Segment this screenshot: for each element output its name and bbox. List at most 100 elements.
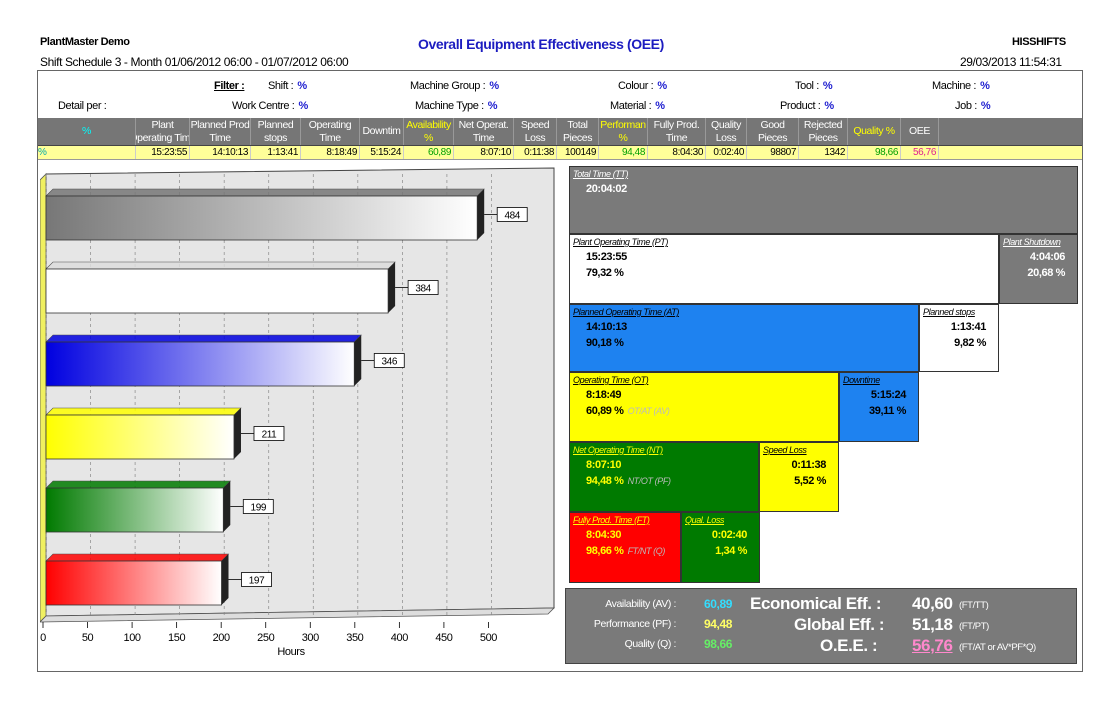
filter-machine-group-value: % (489, 80, 499, 92)
pf-label: Performance (PF) : (593, 618, 676, 630)
block-ft-time: 8:04:30 (586, 529, 622, 541)
block-dt-time: 5:15:24 (870, 389, 907, 401)
block-ot-title: Operating Time (OT) (573, 375, 649, 385)
block-ql-percent-value: 1,34 % (715, 545, 747, 557)
block-ot-percent: 60,89 % OT/AT (AV) (570, 403, 838, 419)
filter-tool[interactable]: Tool :% (795, 80, 833, 92)
block-ps-percent-value: 9,82 % (954, 337, 986, 349)
tick-label: 250 (257, 632, 274, 644)
q-label: Quality (Q) : (624, 638, 677, 650)
table-cell: 8:18:49 (301, 146, 360, 159)
table-cell: 1:13:41 (251, 146, 301, 159)
block-nt-time: 8:07:10 (586, 459, 622, 471)
column-header: Quality % (848, 118, 901, 145)
block-pt-title: Plant Operating Time (PT) (573, 237, 668, 247)
filter-product[interactable]: Product :% (780, 100, 834, 112)
tick-label: 150 (168, 632, 185, 644)
tick-label: 200 (213, 632, 230, 644)
bar-top (45, 261, 396, 270)
block-ql-percent: 1,34 % (682, 543, 759, 559)
block-dt-percent-value: 39,11 % (869, 405, 906, 417)
bar-top (45, 188, 485, 197)
block-sd-time: 4:04:06 (1029, 251, 1066, 263)
filter-machine-type[interactable]: Machine Type :% (415, 100, 498, 112)
block-nt-percent: 94,48 % NT/OT (PF) (570, 473, 758, 489)
oee-formula: (FT/AT or AV*PF*Q) (959, 642, 1036, 653)
table-values-row: % 15:23:55 14:10:13 1:13:41 8:18:49 5:15:24 60… (38, 146, 1082, 160)
filter-product-value: % (824, 100, 834, 112)
filter-machine-group-label: Machine Group : (410, 80, 486, 92)
data-label: 199 (251, 503, 267, 514)
block-at-time: 14:10:13 (586, 321, 627, 333)
block-ft-title: Fully Prod. Time (FT) (573, 515, 650, 525)
filter-machine-label: Machine : (932, 80, 977, 92)
block-ps: Planned stops 1:13:41 9,82 % (919, 304, 999, 372)
filter-product-label: Product : (780, 100, 821, 112)
filter-work-centre-label: Work Centre : (232, 100, 295, 112)
block-sl-time: 0:11:38 (791, 459, 826, 471)
block-sl-percent: 5,52 % (760, 473, 838, 489)
block-sd: Plant Shutdown 4:04:06 20,68 % (999, 234, 1078, 304)
bar-side (477, 189, 485, 240)
block-at-percent: 90,18 % (570, 335, 918, 351)
filter-job[interactable]: Job :% (955, 100, 991, 112)
block-at: Planned Operating Time (AT) 14:10:13 90,18… (569, 304, 919, 372)
tick-label: 0 (40, 632, 46, 644)
table-cell: 14:10:13 (190, 146, 251, 159)
filter-work-centre-value: % (298, 100, 308, 112)
block-sd-percent: 20,68 % (1000, 265, 1077, 281)
column-header: Performan % (599, 118, 648, 145)
data-label: 484 (504, 211, 520, 222)
av-label: Availability (AV) : (605, 598, 676, 610)
column-header: Planned Prod Time (190, 118, 251, 145)
bar-side (354, 335, 362, 386)
data-label: 197 (249, 576, 265, 587)
block-pt: Plant Operating Time (PT) 15:23:55 79,32 % (569, 234, 999, 304)
filter-colour-value: % (657, 80, 667, 92)
filter-job-label: Job : (955, 100, 977, 112)
global-eff-formula: (FT/PT) (959, 621, 989, 632)
column-header: Quality Loss (706, 118, 747, 145)
global-eff-label: Global Eff. : (794, 615, 885, 634)
tick-label: 350 (346, 632, 363, 644)
econ-eff-label: Economical Eff. : (750, 594, 882, 613)
filter-tool-value: % (822, 80, 833, 92)
column-header: Plant Operating Time (136, 118, 190, 145)
filter-machine-group[interactable]: Machine Group :% (410, 80, 499, 92)
block-ql: Qual. Loss 0:02:40 1,34 % (681, 512, 760, 583)
bar (45, 195, 478, 241)
block-ps-title: Planned stops (923, 307, 975, 317)
tick-label: 300 (302, 632, 319, 644)
filter-machine[interactable]: Machine :% (932, 80, 990, 92)
tick-label: 100 (124, 632, 141, 644)
filter-shift[interactable]: Shift :% (268, 80, 307, 92)
column-header: Fully Prod. Time (648, 118, 706, 145)
data-label: 384 (415, 284, 431, 295)
column-header: Net Operat. Time (454, 118, 514, 145)
block-nt-title: Net Operating Time (NT) (573, 445, 663, 455)
bar-side (223, 481, 231, 532)
oee-value: 56,76 (912, 636, 953, 655)
av-value: 60,89 (704, 597, 733, 611)
global-eff-value: 51,18 (912, 615, 953, 634)
block-dt-title: Downtime (843, 375, 880, 385)
app-name: PlantMaster Demo (40, 36, 130, 48)
block-ft-percent: 98,66 % FT/NT (Q) (570, 543, 680, 559)
filter-material-label: Material : (610, 100, 652, 112)
bar-side (221, 554, 229, 605)
filter-colour[interactable]: Colour :% (618, 80, 667, 92)
bar-top (45, 407, 242, 416)
tick-label: 500 (480, 632, 497, 644)
table-cell: 60,89 (404, 146, 454, 159)
block-ft-percent-value: 98,66 % (586, 545, 624, 557)
block-tt-time: 20:04:02 (586, 183, 627, 195)
bar (45, 414, 235, 460)
filter-material[interactable]: Material :% (610, 100, 665, 112)
block-sl-title: Speed Loss (763, 445, 807, 455)
filter-work-centre[interactable]: Work Centre :% (232, 100, 308, 112)
filter-shift-value: % (297, 80, 307, 92)
block-ot-time: 8:18:49 (586, 389, 622, 401)
table-cell: 94,48 (599, 146, 648, 159)
data-label: 211 (262, 430, 278, 441)
tick-label: 400 (391, 632, 408, 644)
